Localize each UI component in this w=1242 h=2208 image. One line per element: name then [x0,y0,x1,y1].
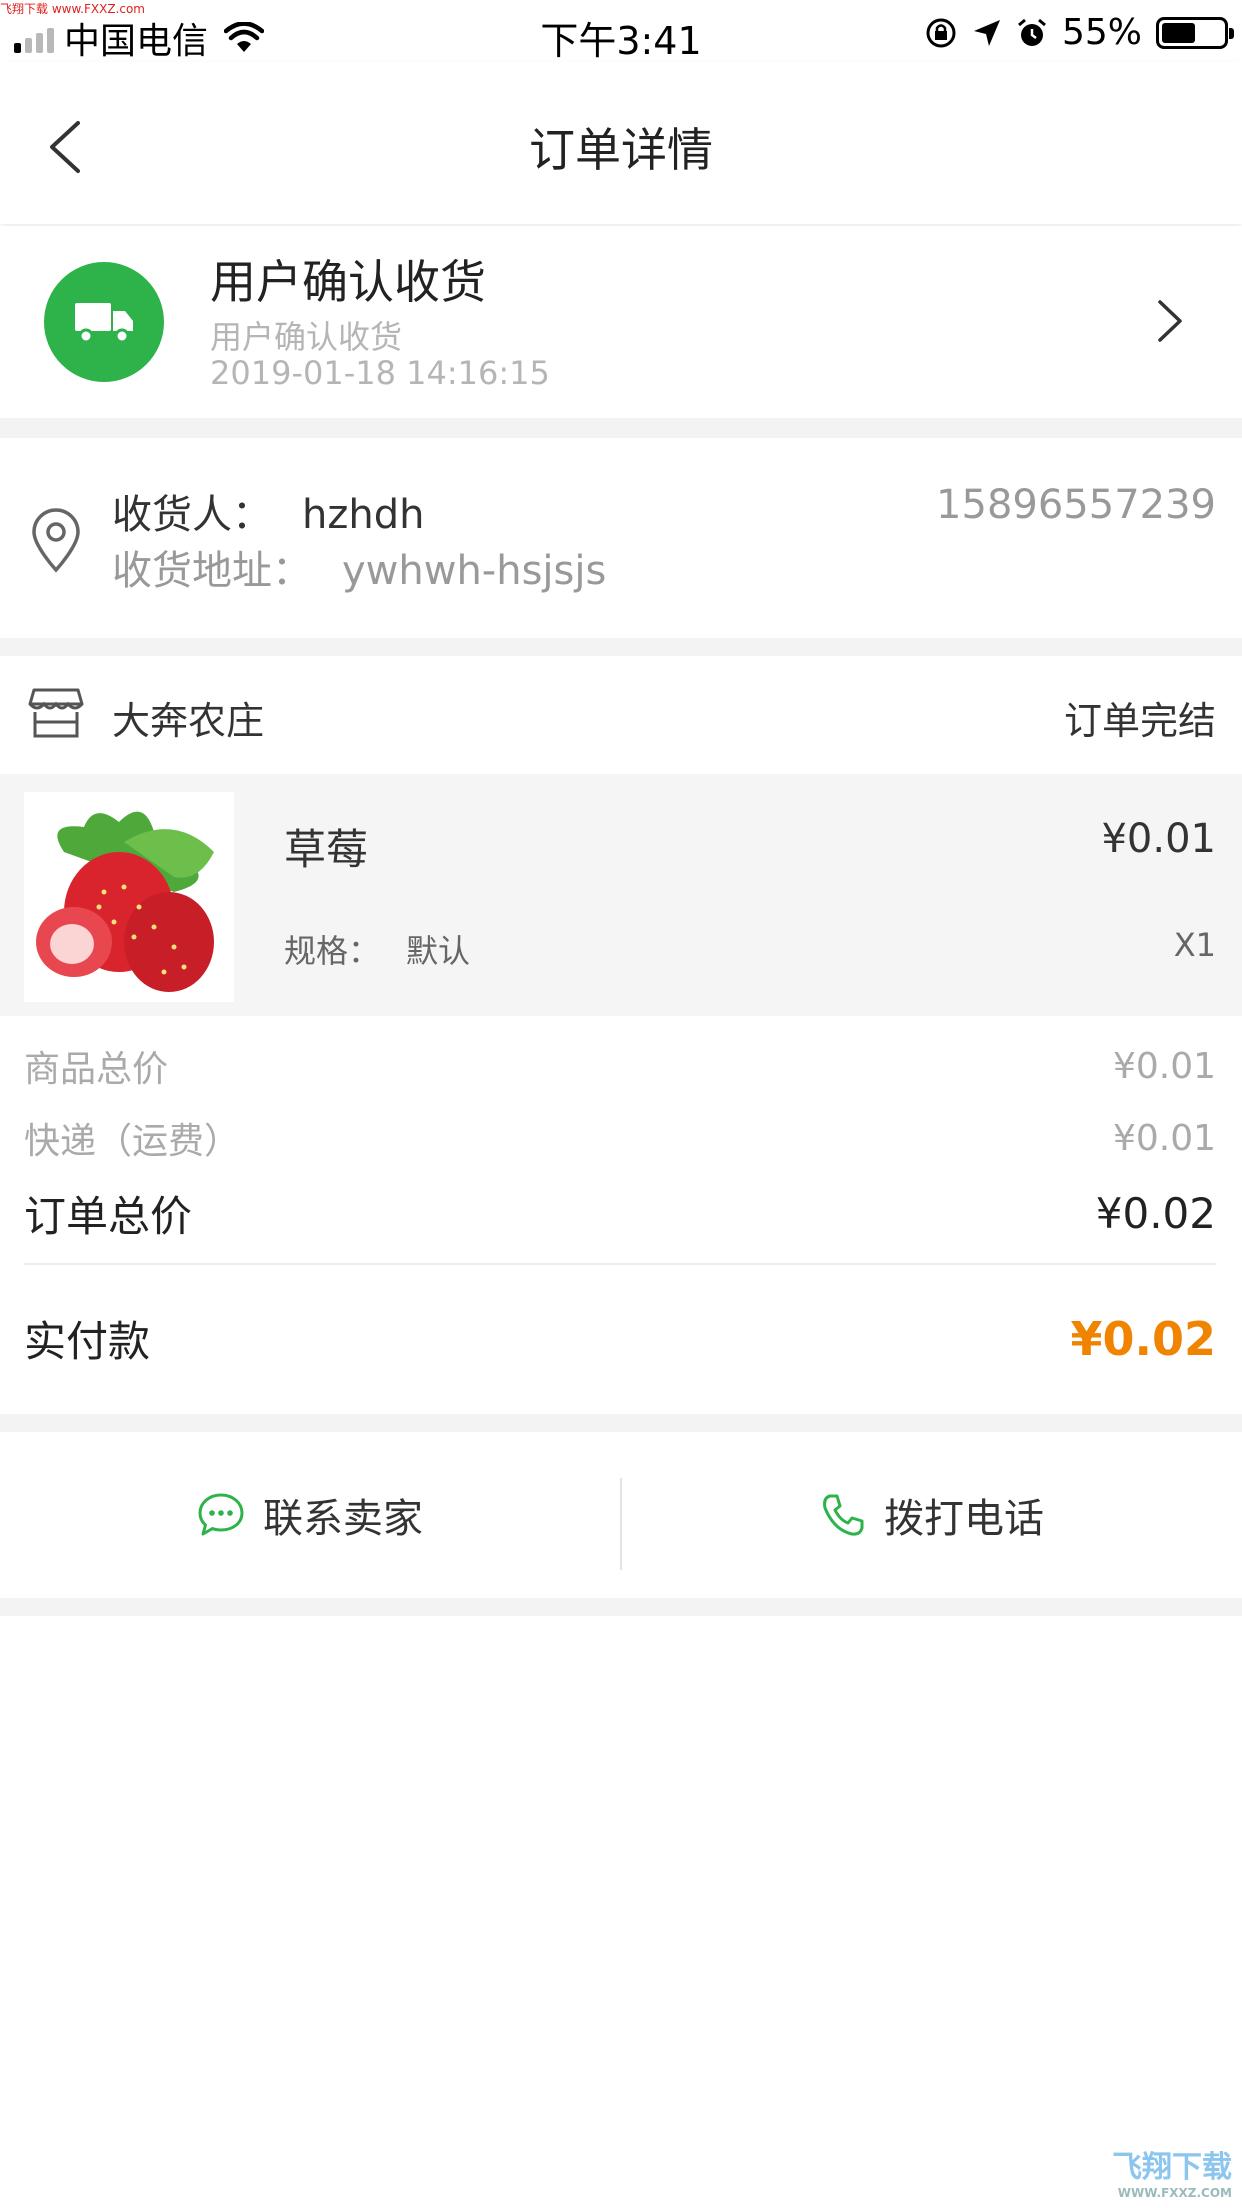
truck-icon [44,262,164,382]
shop-row[interactable]: 大奔农庄 订单完结 [0,656,1242,774]
goods-total-label: 商品总价 [24,1049,169,1090]
address-line: 收货地址： ywhwh-hsjsjs [112,538,606,596]
action-bar: 联系卖家 拨打电话 [0,1432,1242,1598]
shipping-row: 快递（运费） ¥0.01 [24,1112,1216,1164]
shipping-label: 快递（运费） [24,1121,241,1162]
receiver-phone: 15896557239 [936,482,1216,528]
receiver-line: 收货人： hzhdh [112,482,424,540]
goods-total-row: 商品总价 ¥0.01 [24,1040,1216,1092]
summary-divider [24,1263,1216,1265]
section-divider [0,1414,1242,1432]
spec-label: 规格： [284,932,381,970]
page-title: 订单详情 [529,123,713,177]
shipping-value: ¥0.01 [1112,1117,1216,1159]
status-bar: 中国电信 下午3:41 55% [0,0,1242,63]
alarm-icon [1018,18,1046,46]
address-label: 收货地址： [112,548,312,594]
section-divider [0,418,1242,438]
order-status-time: 2019-01-18 14:16:15 [210,354,550,392]
store-icon [28,688,84,738]
contact-seller-button[interactable]: 联系卖家 [0,1432,620,1598]
battery-icon [1156,16,1234,49]
watermark-bottom-text: 飞翔下载 [1112,2150,1232,2185]
product-spec: 规格： 默认 [284,926,470,972]
section-divider [0,1598,1242,1616]
call-label: 拨打电话 [884,1496,1044,1542]
product-image [24,792,234,1002]
spec-value: 默认 [406,932,471,970]
order-total-value: ¥0.02 [1095,1189,1216,1238]
nav-bar: 订单详情 [0,62,1242,224]
receiver-label: 收货人： [112,492,272,538]
chat-icon [198,1493,244,1536]
watermark-bottom-url: WWW.FXXZ.COM [1117,2186,1232,2200]
address-value: ywhwh-hsjsjs [342,548,607,594]
battery-percent: 55% [1061,12,1142,53]
receiver-name: hzhdh [302,492,425,538]
product-price: ¥0.01 [1101,816,1216,862]
watermark-bottom: 飞翔下载 WWW.FXXZ.COM [1112,2142,1232,2200]
orientation-lock-icon [926,18,956,47]
location-pin-icon [32,508,80,573]
address-section: 收货人： hzhdh 15896557239 收货地址： ywhwh-hsjsjs [0,438,1242,638]
product-quantity: X1 [1173,926,1216,964]
order-state: 订单完结 [1063,699,1216,743]
contact-seller-label: 联系卖家 [263,1496,423,1542]
order-total-row: 订单总价 ¥0.02 [24,1183,1216,1244]
product-name: 草莓 [284,825,369,874]
order-status-subtitle: 用户确认收货 [210,318,403,356]
location-icon [973,19,1000,46]
product-item[interactable]: 草莓 ¥0.01 规格： 默认 X1 [0,774,1242,1016]
order-status-title: 用户确认收货 [210,255,486,309]
chevron-right-icon [1158,300,1182,342]
order-total-label: 订单总价 [24,1192,193,1241]
call-button[interactable]: 拨打电话 [622,1432,1242,1598]
shop-name: 大奔农庄 [112,699,265,743]
paid-label: 实付款 [24,1317,151,1366]
order-status-row[interactable]: 用户确认收货 用户确认收货 2019-01-18 14:16:15 [0,226,1242,418]
goods-total-value: ¥0.01 [1112,1045,1216,1087]
phone-icon [823,1494,864,1536]
section-divider [0,638,1242,656]
paid-row: 实付款 ¥0.02 [24,1308,1216,1369]
paid-value: ¥0.02 [1070,1311,1216,1366]
